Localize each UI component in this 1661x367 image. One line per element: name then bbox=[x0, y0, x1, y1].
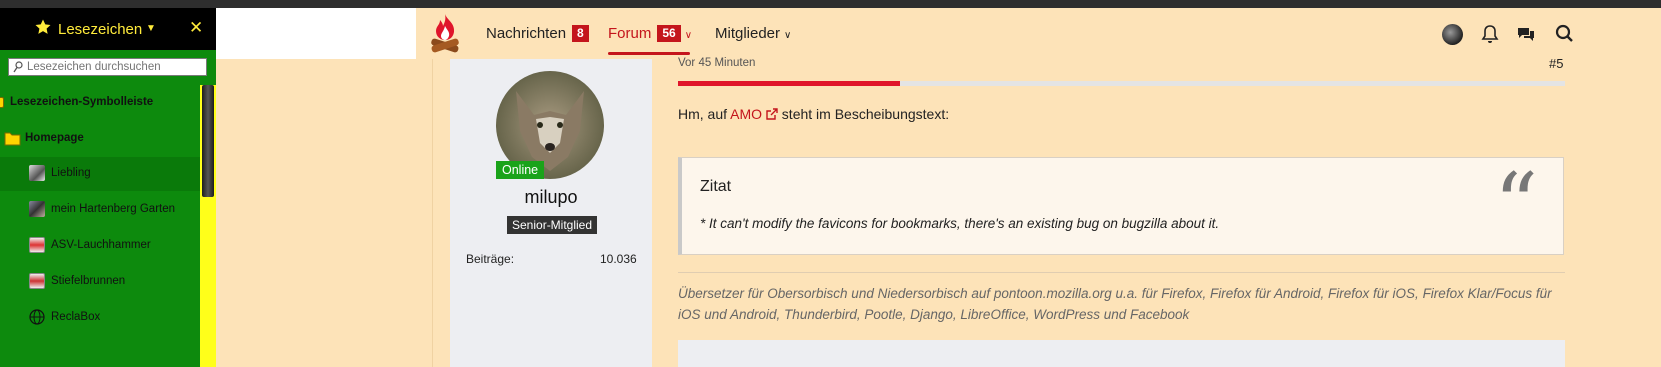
sidebar-item-hartenberg-garten[interactable]: mein Hartenberg Garten bbox=[0, 193, 200, 227]
favicon-image bbox=[29, 165, 45, 181]
sidebar-item-liebling[interactable]: Liebling bbox=[0, 157, 200, 191]
post-author-panel: Online milupo Senior-Mitglied Beiträge: … bbox=[450, 59, 652, 367]
signature-divider bbox=[678, 272, 1565, 273]
quote-text: * It can't modify the favicons for bookm… bbox=[700, 216, 1220, 231]
user-rank-badge: Senior-Mitglied bbox=[507, 216, 598, 234]
post-body-text: Hm, auf AMO steht im Bescheibungstext: bbox=[678, 106, 949, 122]
sidebar-item-label: Lesezeichen-Symbolleiste bbox=[10, 96, 154, 108]
sidebar-item-label: Stiefelbrunnen bbox=[51, 275, 126, 287]
search-icon bbox=[13, 61, 23, 73]
bell-icon[interactable] bbox=[1480, 24, 1500, 44]
favicon-image bbox=[29, 201, 45, 217]
sidebar-item-label: Homepage bbox=[25, 132, 84, 144]
chevron-down-icon[interactable]: ▼ bbox=[146, 23, 156, 34]
nav-forum[interactable]: Forum 56 ∨ bbox=[608, 25, 692, 42]
conversations-icon[interactable] bbox=[1516, 24, 1536, 44]
star-icon bbox=[35, 19, 51, 34]
sidebar-item-toolbar-folder[interactable]: Lesezeichen-Symbolleiste bbox=[0, 86, 200, 120]
nav-members[interactable]: Mitglieder ∨ bbox=[715, 25, 791, 42]
read-progress-fill bbox=[678, 81, 900, 86]
sidebar-scrollbar[interactable] bbox=[200, 85, 216, 367]
header-blank-area bbox=[216, 8, 416, 59]
sidebar-item-label: Liebling bbox=[51, 167, 91, 179]
active-tab-indicator bbox=[608, 52, 690, 55]
unread-badge: 56 bbox=[657, 25, 681, 42]
quote-title: Zitat bbox=[700, 178, 732, 195]
favicon-image bbox=[29, 237, 45, 253]
sidebar-item-label: mein Hartenberg Garten bbox=[51, 203, 176, 215]
sidebar-item-label: ReclaBox bbox=[51, 311, 101, 323]
folder-icon bbox=[0, 97, 4, 108]
posts-count-value: 10.036 bbox=[600, 252, 637, 266]
nav-label: Forum bbox=[608, 25, 652, 42]
post-footer-bar bbox=[678, 340, 1565, 367]
quote-block: Zitat * It can't modify the favicons for… bbox=[678, 157, 1564, 255]
user-avatar-icon[interactable] bbox=[1442, 24, 1463, 45]
link-label: AMO bbox=[730, 106, 763, 122]
sidebar-header[interactable]: Lesezeichen ▼ ✕ bbox=[0, 8, 216, 50]
post-number[interactable]: #5 bbox=[1549, 56, 1563, 71]
post-text-before: Hm, auf bbox=[678, 106, 731, 122]
search-icon[interactable] bbox=[1554, 24, 1574, 44]
bookmarks-sidebar: Lesezeichen ▼ ✕ Lesezeichen-Symbolleiste… bbox=[0, 8, 216, 367]
bookmark-search-field[interactable] bbox=[8, 58, 207, 76]
amo-link[interactable]: AMO bbox=[730, 106, 778, 122]
post-text-after: steht im Bescheibungstext: bbox=[777, 106, 950, 122]
sidebar-item-asv-lauchhammer[interactable]: ASV-Lauchhammer bbox=[0, 229, 200, 263]
post-signature: Übersetzer für Obersorbisch und Niederso… bbox=[678, 286, 1552, 322]
left-gutter bbox=[216, 59, 432, 367]
nav-messages[interactable]: Nachrichten 8 bbox=[486, 25, 589, 42]
read-progress-bar bbox=[678, 81, 1565, 86]
site-header: Nachrichten 8 Forum 56 ∨ Mitglieder ∨ bbox=[416, 8, 1661, 59]
posts-count-label: Beiträge: bbox=[466, 252, 515, 266]
sidebar-item-stiefelbrunnen[interactable]: Stiefelbrunnen bbox=[0, 265, 200, 299]
globe-icon bbox=[29, 309, 45, 325]
unread-badge: 8 bbox=[572, 25, 589, 42]
chevron-down-icon: ∨ bbox=[784, 30, 792, 41]
folder-icon bbox=[4, 132, 21, 146]
online-status-badge: Online bbox=[496, 161, 545, 179]
sidebar-title: Lesezeichen bbox=[58, 21, 143, 38]
favicon-image bbox=[29, 273, 45, 289]
sidebar-item-label: ASV-Lauchhammer bbox=[51, 239, 151, 251]
close-icon[interactable]: ✕ bbox=[189, 18, 203, 38]
chevron-down-icon: ∨ bbox=[684, 30, 693, 41]
search-input[interactable] bbox=[27, 59, 205, 75]
post-timestamp[interactable]: Vor 45 Minuten bbox=[678, 57, 755, 69]
campfire-logo-icon[interactable] bbox=[428, 12, 462, 56]
sidebar-item-reclabox[interactable]: ReclaBox bbox=[0, 301, 200, 335]
scrollbar-thumb[interactable] bbox=[202, 85, 214, 197]
quote-mark-icon: “ bbox=[1494, 155, 1538, 255]
window-top-strip bbox=[0, 0, 1661, 8]
nav-label: Mitglieder bbox=[715, 25, 781, 42]
author-name[interactable]: milupo bbox=[450, 187, 652, 208]
sidebar-item-homepage-folder[interactable]: Homepage bbox=[0, 122, 200, 156]
external-link-icon bbox=[766, 108, 778, 120]
nav-label: Nachrichten bbox=[486, 25, 567, 42]
